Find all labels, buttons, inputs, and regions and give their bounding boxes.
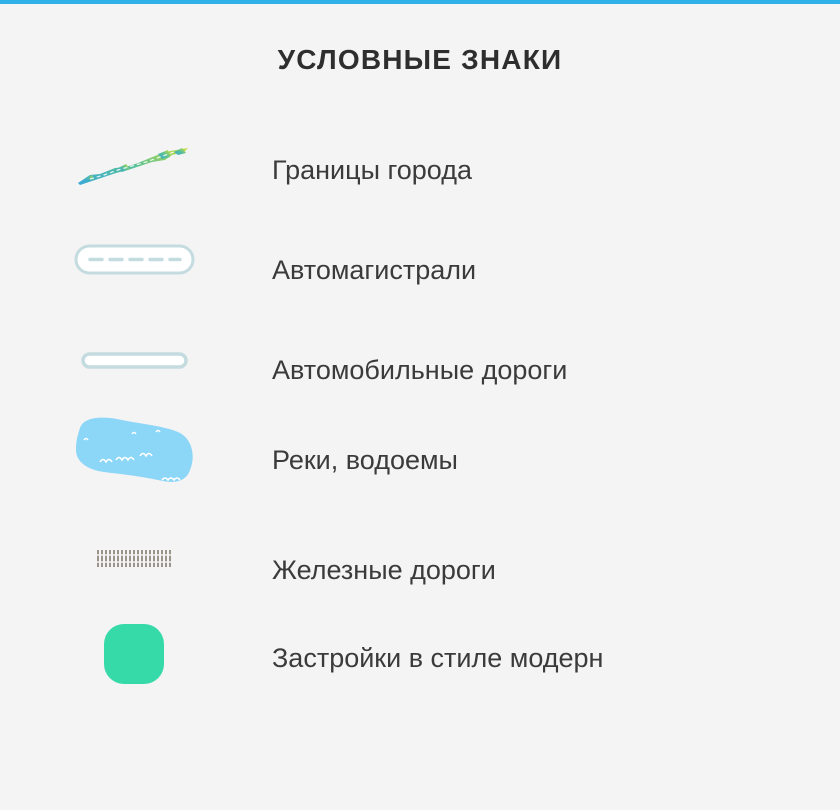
railway-icon bbox=[70, 530, 200, 610]
legend-label-highway: Автомагистрали bbox=[272, 255, 477, 285]
legend-item-modern-building: Застройки в стиле модерн bbox=[0, 620, 840, 700]
legend-label-railway: Железные дороги bbox=[272, 555, 496, 585]
legend-label-water: Реки, водоемы bbox=[272, 445, 458, 475]
legend-title: УСЛОВНЫЕ ЗНАКИ bbox=[277, 44, 563, 75]
top-accent-bar bbox=[0, 0, 840, 4]
legend-item-city-boundary: Границы города bbox=[0, 130, 840, 210]
legend-label-road: Автомобильные дороги bbox=[272, 355, 568, 385]
legend-item-water: Реки, водоемы bbox=[0, 410, 840, 490]
water-icon bbox=[70, 410, 200, 490]
road-icon bbox=[70, 330, 200, 410]
legend-item-highway: Автомагистрали bbox=[0, 230, 840, 310]
legend-label-modern-building: Застройки в стиле модерн bbox=[272, 643, 604, 673]
city-boundary-icon bbox=[70, 130, 200, 210]
legend-item-railway: Железные дороги bbox=[0, 530, 840, 610]
legend-label-city-boundary: Границы города bbox=[272, 155, 472, 185]
modern-building-icon bbox=[70, 620, 200, 700]
highway-icon bbox=[70, 230, 200, 310]
legend-item-road: Автомобильные дороги bbox=[0, 330, 840, 410]
